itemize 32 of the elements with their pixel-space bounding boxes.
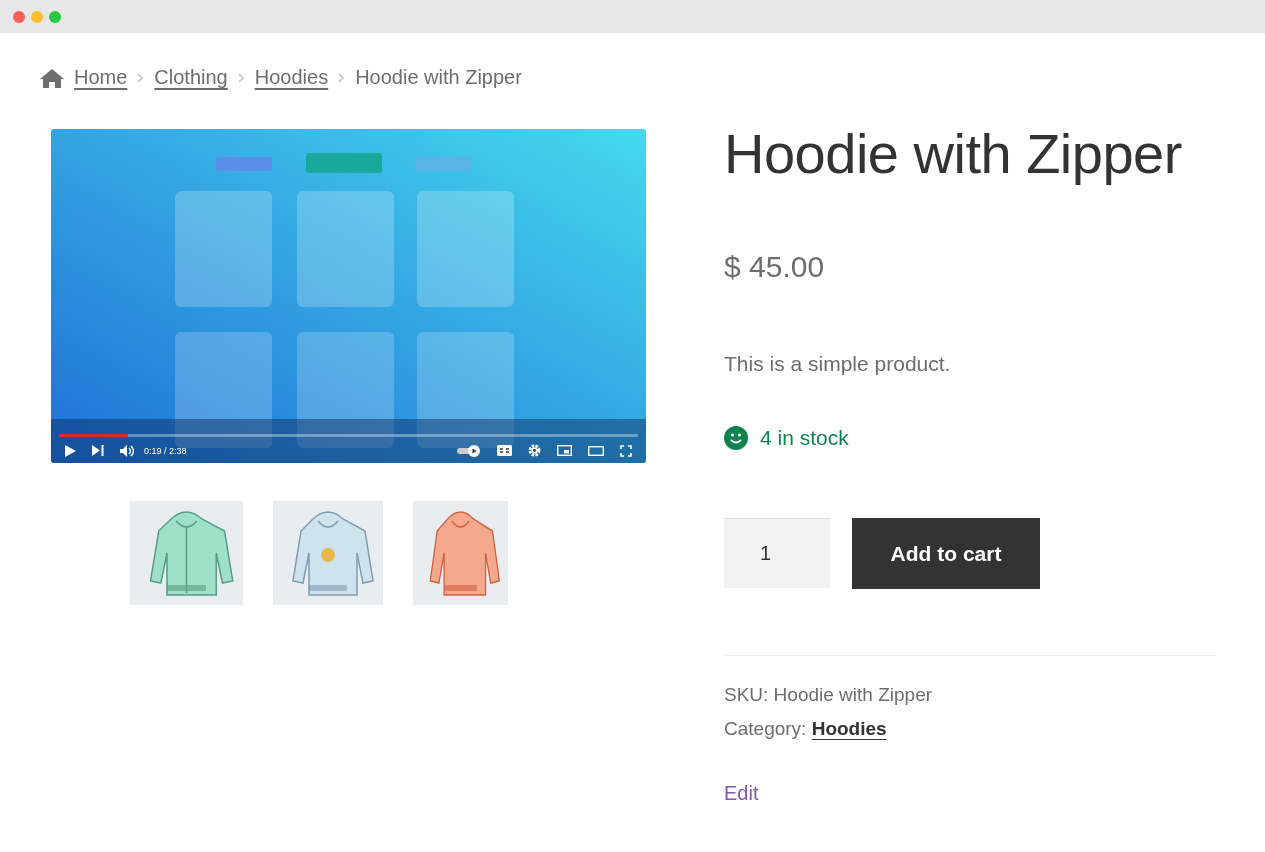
quantity-field[interactable]: 1 bbox=[724, 518, 830, 588]
product-price: $ 45.00 bbox=[724, 250, 826, 284]
breadcrumb-link[interactable]: Hoodies bbox=[254, 66, 329, 89]
miniplayer-icon[interactable] bbox=[557, 445, 572, 456]
breadcrumb-link[interactable]: Clothing bbox=[154, 66, 228, 89]
autoplay-toggle-icon[interactable] bbox=[457, 444, 481, 457]
video-time: 0:19 / 2:38 bbox=[144, 445, 187, 456]
theater-mode-icon[interactable] bbox=[588, 445, 604, 456]
chevron-icon bbox=[237, 72, 245, 83]
category-label: Category: bbox=[724, 718, 807, 739]
product-description: This is a simple product. bbox=[724, 352, 952, 376]
settings-icon[interactable] bbox=[528, 444, 541, 457]
captions-icon[interactable] bbox=[497, 445, 512, 456]
smiley-icon bbox=[724, 426, 748, 450]
window-control-dot[interactable] bbox=[31, 10, 43, 23]
sku-text: SKU: Hoodie with Zipper bbox=[724, 684, 934, 706]
product-title: Hoodie with Zipper bbox=[724, 121, 1183, 186]
chevron-icon bbox=[338, 72, 346, 83]
chevron-icon bbox=[137, 72, 145, 83]
edit-link[interactable]: Edit bbox=[724, 782, 759, 805]
skip-next-icon[interactable] bbox=[92, 445, 104, 456]
window-control-dot[interactable] bbox=[49, 10, 61, 23]
add-to-cart-button[interactable]: Add to cart bbox=[852, 518, 1040, 589]
breadcrumb-link[interactable]: Home bbox=[74, 66, 128, 89]
play-icon[interactable] bbox=[65, 444, 76, 457]
window-control-dot[interactable] bbox=[13, 10, 25, 23]
breadcrumb-current: Hoodie with Zipper bbox=[355, 66, 522, 89]
fullscreen-icon[interactable] bbox=[620, 444, 632, 457]
stock-status: 4 in stock bbox=[760, 426, 849, 450]
volume-icon[interactable] bbox=[120, 444, 134, 457]
category-link[interactable]: Hoodies bbox=[811, 718, 887, 739]
home-icon[interactable] bbox=[40, 67, 64, 88]
